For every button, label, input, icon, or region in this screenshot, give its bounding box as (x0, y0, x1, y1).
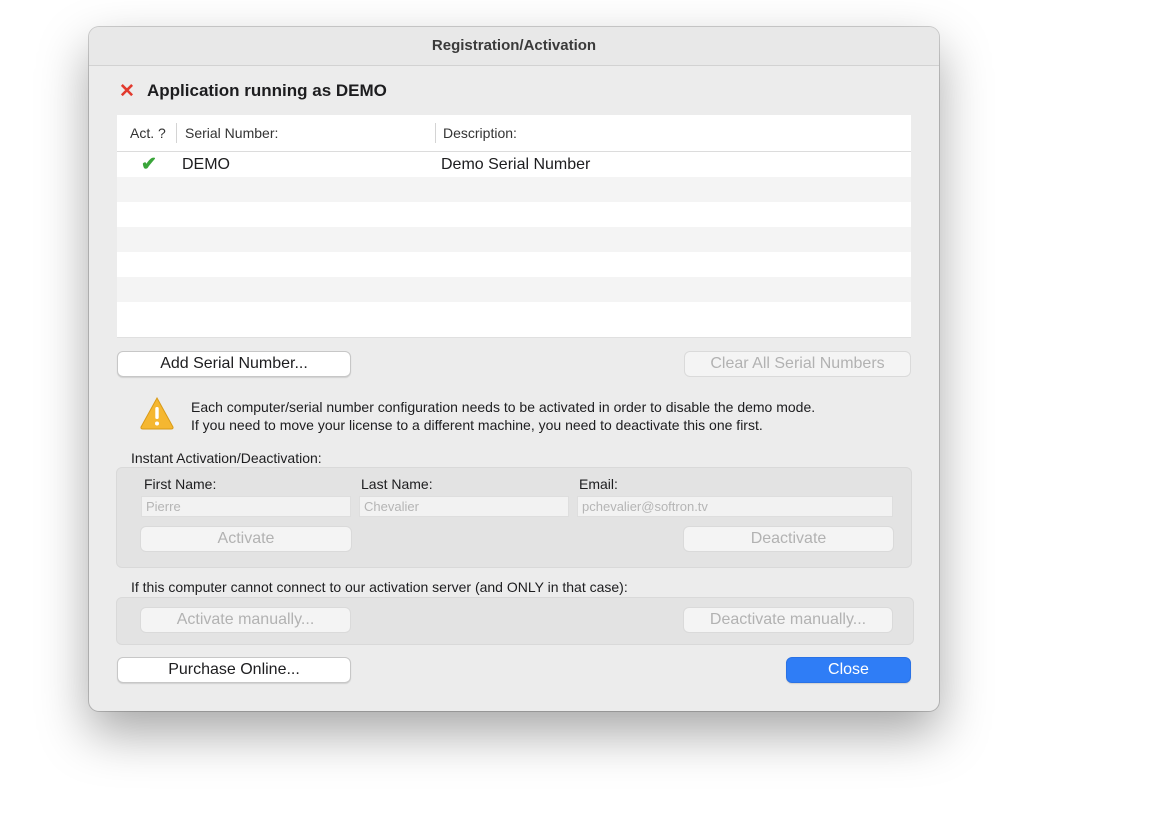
clear-all-serial-numbers-button[interactable]: Clear All Serial Numbers (684, 351, 911, 377)
serial-number-table[interactable]: Act. ? Serial Number: Description: ✔ DEM… (117, 115, 911, 338)
close-button[interactable]: Close (786, 657, 911, 683)
last-name-field[interactable]: Chevalier (359, 496, 569, 517)
manual-activation-group: Activate manually... Deactivate manually… (116, 597, 914, 645)
table-row[interactable]: ✔ DEMO Demo Serial Number (117, 152, 911, 177)
empty-table-row (117, 277, 911, 302)
empty-table-row (117, 202, 911, 227)
column-header-activated[interactable]: Act. ? (130, 115, 166, 151)
window-title: Registration/Activation (89, 27, 939, 66)
green-check-icon: ✔ (141, 154, 157, 175)
empty-table-row (117, 227, 911, 252)
activate-manually-button[interactable]: Activate manually... (140, 607, 351, 633)
first-name-field[interactable]: Pierre (141, 496, 351, 517)
description-cell: Demo Serial Number (441, 156, 591, 173)
first-name-label: First Name: (144, 476, 217, 492)
column-divider (435, 123, 436, 143)
column-divider (176, 123, 177, 143)
empty-table-row (117, 252, 911, 277)
manual-activation-label: If this computer cannot connect to our a… (131, 579, 628, 595)
activate-button[interactable]: Activate (140, 526, 352, 552)
warning-message: Each computer/serial number configuratio… (191, 398, 815, 434)
email-field[interactable]: pchevalier@softron.tv (577, 496, 893, 517)
demo-status-text: Application running as DEMO (147, 81, 387, 100)
instant-activation-label: Instant Activation/Deactivation: (131, 450, 322, 466)
registration-window: Registration/Activation ✕ Application ru… (89, 27, 939, 711)
column-header-description[interactable]: Description: (443, 115, 517, 151)
demo-status: ✕ Application running as DEMO (119, 79, 387, 103)
warning-line-2: If you need to move your license to a di… (191, 417, 763, 433)
empty-table-row (117, 302, 911, 327)
empty-table-row (117, 177, 911, 202)
instant-activation-group: First Name: Last Name: Email: Pierre Che… (116, 467, 912, 568)
red-x-icon: ✕ (119, 80, 135, 102)
last-name-label: Last Name: (361, 476, 433, 492)
table-header: Act. ? Serial Number: Description: (117, 115, 911, 152)
deactivate-button[interactable]: Deactivate (683, 526, 894, 552)
add-serial-number-button[interactable]: Add Serial Number... (117, 351, 351, 377)
column-header-serial-number[interactable]: Serial Number: (185, 115, 278, 151)
email-label: Email: (579, 476, 618, 492)
purchase-online-button[interactable]: Purchase Online... (117, 657, 351, 683)
warning-triangle-icon (140, 396, 174, 430)
deactivate-manually-button[interactable]: Deactivate manually... (683, 607, 893, 633)
serial-number-cell: DEMO (182, 156, 230, 173)
warning-line-1: Each computer/serial number configuratio… (191, 399, 816, 415)
